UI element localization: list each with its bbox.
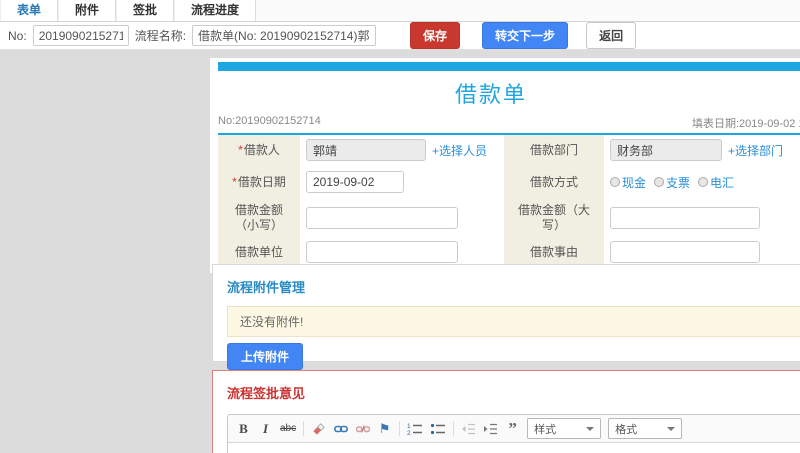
toolbar: No: 流程名称: 保存 转交下一步 返回	[0, 22, 800, 50]
amount-lowercase-input[interactable]	[306, 207, 458, 229]
tab-attachments[interactable]: 附件	[58, 0, 117, 21]
borrower-input[interactable]	[306, 139, 426, 161]
form-fill-date: 填表日期:2019-09-02 15:27:1	[692, 118, 800, 130]
amount-lowercase-cell	[300, 199, 504, 237]
editor-content[interactable]	[228, 443, 800, 453]
form-top-bar	[218, 62, 800, 71]
outdent-icon	[462, 423, 476, 434]
amount-uppercase-cell	[604, 199, 800, 237]
back-button[interactable]: 返回	[586, 22, 637, 49]
radio-option-cheque[interactable]: 支票	[654, 174, 690, 191]
tab-bar: 表单 附件 签批 流程进度	[0, 0, 800, 22]
rich-text-editor: B I abc ⚑ 1 2 ” 样式 格式	[227, 414, 800, 453]
approval-title: 流程签批意见	[227, 386, 306, 401]
attachments-section: 流程附件管理 还没有附件! 上传附件	[212, 264, 800, 370]
loan-form-panel: 借款单 No:20190902152714 填表日期:2019-09-02 15…	[210, 58, 800, 273]
ordered-list-icon: 1 2	[407, 423, 423, 436]
tab-form[interactable]: 表单	[0, 0, 59, 21]
loan-reason-label: 借款事由	[504, 237, 604, 267]
unlink-button[interactable]	[355, 420, 370, 437]
loan-method-label: 借款方式	[504, 165, 604, 199]
italic-button[interactable]: I	[258, 420, 273, 437]
indent-icon	[484, 423, 498, 434]
ordered-list-button[interactable]: 1 2	[407, 420, 423, 437]
svg-text:2: 2	[407, 430, 411, 436]
format-dropdown[interactable]: 格式	[608, 418, 683, 439]
radio-icon	[654, 177, 665, 187]
chevron-down-icon	[667, 426, 676, 431]
required-marker: *	[232, 174, 237, 189]
save-button[interactable]: 保存	[410, 22, 461, 49]
loan-method-radio-group: 现金 支票 电汇	[610, 174, 734, 191]
approval-section: 流程签批意见 B I abc ⚑ 1 2 ” 样式 格式	[212, 370, 800, 453]
amount-lowercase-label: 借款金额（小写）	[218, 199, 300, 237]
remove-format-button[interactable]	[311, 420, 326, 437]
tab-approval[interactable]: 签批	[116, 0, 175, 21]
radio-icon	[610, 177, 620, 187]
loan-form-table: *借款人 +选择人员 借款部门 +选择部门 *借款日期	[218, 135, 800, 267]
borrower-label: *借款人	[218, 135, 300, 165]
loan-date-input[interactable]	[306, 171, 404, 193]
bullet-list-icon	[431, 423, 446, 434]
strikethrough-button[interactable]: abc	[280, 420, 296, 437]
content-area: 借款单 No:20190902152714 填表日期:2019-09-02 15…	[0, 50, 800, 453]
form-doc-no: No:20190902152714	[218, 115, 321, 127]
radio-icon	[698, 177, 709, 187]
toolbar-separator	[453, 421, 455, 436]
amount-uppercase-input[interactable]	[610, 207, 760, 229]
loan-method-cell: 现金 支票 电汇	[604, 165, 800, 199]
toolbar-separator	[303, 421, 305, 436]
loan-reason-input[interactable]	[610, 241, 760, 263]
no-label: No:	[8, 28, 27, 43]
page: 表单 附件 签批 流程进度 No: 流程名称: 保存 转交下一步 返回 借款单 …	[0, 0, 800, 453]
indent-button[interactable]	[483, 420, 498, 437]
link-button[interactable]	[333, 420, 348, 437]
editor-toolbar: B I abc ⚑ 1 2 ” 样式 格式	[228, 415, 800, 443]
loan-unit-label: 借款单位	[218, 237, 300, 267]
borrower-cell: +选择人员	[300, 135, 504, 165]
link-icon	[333, 425, 348, 432]
department-cell: +选择部门	[604, 135, 800, 165]
upload-attachment-button[interactable]: 上传附件	[227, 343, 304, 370]
chevron-down-icon	[586, 426, 595, 431]
attachments-title: 流程附件管理	[227, 280, 306, 295]
radio-option-cash[interactable]: 现金	[610, 174, 646, 191]
department-label: 借款部门	[504, 135, 604, 165]
tab-progress[interactable]: 流程进度	[174, 0, 257, 21]
process-name-input[interactable]	[192, 25, 377, 46]
department-input[interactable]	[610, 139, 722, 161]
form-info-row: No:20190902152714 填表日期:2019-09-02 15:27:…	[218, 113, 800, 130]
no-input[interactable]	[32, 25, 129, 46]
outdent-button[interactable]	[461, 420, 476, 437]
loan-unit-cell	[300, 237, 504, 267]
svg-text:1: 1	[407, 423, 411, 430]
process-name-label: 流程名称:	[134, 29, 187, 43]
loan-reason-cell	[604, 237, 800, 267]
select-person-link[interactable]: +选择人员	[432, 142, 487, 159]
select-department-link[interactable]: +选择部门	[728, 142, 783, 159]
styles-dropdown[interactable]: 样式	[527, 418, 602, 439]
radio-option-wire[interactable]: 电汇	[698, 174, 734, 191]
loan-unit-input[interactable]	[306, 241, 458, 263]
loan-date-label: *借款日期	[218, 165, 300, 199]
toolbar-separator	[399, 421, 401, 436]
blockquote-button[interactable]: ”	[505, 420, 520, 437]
unlink-icon	[355, 424, 370, 433]
bold-button[interactable]: B	[236, 420, 251, 437]
no-attachments-notice: 还没有附件!	[227, 306, 800, 337]
form-title: 借款单	[454, 82, 527, 107]
anchor-flag-button[interactable]: ⚑	[377, 420, 392, 437]
amount-uppercase-label: 借款金额（大写）	[504, 199, 604, 237]
eraser-icon	[312, 422, 325, 435]
forward-next-step-button[interactable]: 转交下一步	[482, 22, 569, 49]
bullet-list-button[interactable]	[430, 420, 446, 437]
required-marker: *	[238, 142, 243, 157]
loan-date-cell	[300, 165, 504, 199]
